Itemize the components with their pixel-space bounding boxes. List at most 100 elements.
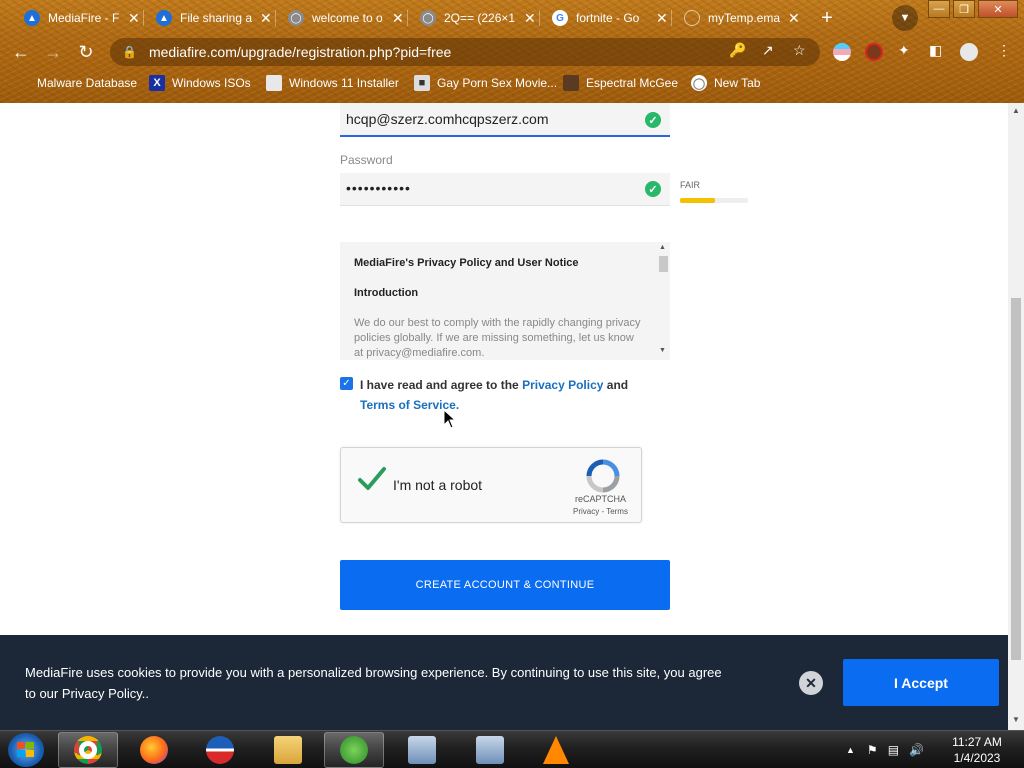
- window-close-button[interactable]: ✕: [978, 0, 1018, 18]
- key-icon[interactable]: 🔑: [729, 42, 746, 59]
- extension-flag-icon[interactable]: [833, 43, 851, 61]
- tab-separator: [671, 10, 672, 26]
- tab-title: myTemp.ema: [708, 11, 780, 25]
- browser-chrome: ▲ MediaFire - F ✕ ▲ File sharing a ✕ ◯ w…: [0, 0, 1024, 103]
- page-content: hcqp@szerz.comhcqpszerz.com ✓ Password •…: [0, 103, 1024, 730]
- create-account-button[interactable]: CREATE ACCOUNT & CONTINUE: [340, 560, 670, 610]
- mouse-cursor-icon: [443, 409, 457, 429]
- tab-file-sharing[interactable]: ▲ File sharing a ✕: [146, 4, 280, 32]
- taskbar-messenger[interactable]: [324, 732, 384, 768]
- tab-mytemp[interactable]: myTemp.ema ✕: [674, 4, 808, 32]
- network-icon[interactable]: ▤: [888, 743, 899, 757]
- x-icon: X: [149, 75, 165, 91]
- bookmark-label: Windows ISOs: [172, 76, 251, 90]
- lock-icon: 🔒: [122, 45, 137, 59]
- tab-title: 2Q== (226×1: [444, 11, 516, 25]
- policy-title: MediaFire's Privacy Policy and User Noti…: [354, 257, 579, 269]
- tab-welcome[interactable]: ◯ welcome to o ✕: [278, 4, 412, 32]
- checkmark-icon[interactable]: [355, 462, 389, 496]
- share-icon[interactable]: ↗: [762, 42, 774, 59]
- taskbar-app-1[interactable]: [392, 732, 452, 768]
- close-icon[interactable]: ✕: [656, 10, 668, 27]
- bookmark-new-tab[interactable]: ◯ New Tab: [691, 75, 760, 91]
- volume-icon[interactable]: 🔊: [909, 743, 924, 757]
- extension-avatar-icon[interactable]: [865, 43, 883, 61]
- start-button[interactable]: [8, 733, 44, 767]
- side-panel-icon[interactable]: ◧: [929, 42, 942, 59]
- privacy-policy-box[interactable]: MediaFire's Privacy Policy and User Noti…: [340, 242, 670, 360]
- star-icon[interactable]: ☆: [793, 42, 806, 59]
- tab-fortnite[interactable]: G fortnite - Go ✕: [542, 4, 676, 32]
- password-strength-label: FAIR: [680, 180, 701, 190]
- page-scrollbar[interactable]: ▲ ▼: [1008, 103, 1024, 730]
- bookmark-label: New Tab: [714, 76, 761, 90]
- privacy-policy-link[interactable]: Privacy Policy: [522, 378, 603, 392]
- flag-icon[interactable]: ⚑: [867, 743, 878, 757]
- tab-search-button[interactable]: ▼: [892, 5, 918, 31]
- taskbar-vlc[interactable]: [526, 732, 586, 768]
- new-tab-button[interactable]: +: [814, 5, 840, 31]
- system-tray: ▲ ⚑ ▤ 🔊: [846, 731, 924, 768]
- scroll-up-icon[interactable]: ▲: [1012, 106, 1020, 115]
- scroll-down-icon[interactable]: ▼: [1012, 715, 1020, 724]
- agree-prefix: I have read and agree to the: [360, 378, 523, 392]
- back-button[interactable]: ←: [8, 39, 34, 65]
- globe-icon: ◯: [288, 10, 304, 26]
- policy-body: We do our best to comply with the rapidl…: [354, 317, 641, 359]
- tab-strip: ▲ MediaFire - F ✕ ▲ File sharing a ✕ ◯ w…: [0, 0, 1024, 34]
- page-scroll-thumb[interactable]: [1011, 298, 1021, 660]
- policy-scroll-thumb[interactable]: [659, 256, 668, 272]
- tab-separator: [539, 10, 540, 26]
- close-icon[interactable]: ✕: [524, 10, 536, 27]
- puzzle-icon[interactable]: ✦: [898, 42, 910, 59]
- bookmark-movie[interactable]: ■ Gay Porn Sex Movie...: [414, 75, 557, 91]
- tab-image[interactable]: ◯ 2Q== (226×1 ✕: [410, 4, 544, 32]
- url-text: mediafire.com/upgrade/registration.php?p…: [148, 44, 452, 60]
- close-icon[interactable]: ✕: [128, 10, 140, 27]
- forward-button[interactable]: →: [40, 39, 66, 65]
- scroll-up-icon[interactable]: ▲: [659, 244, 666, 251]
- bookmark-espectral-mcgee[interactable]: Espectral McGee: [563, 75, 678, 91]
- bookmark-malware-database[interactable]: Malware Database: [14, 75, 137, 91]
- accept-cookies-button[interactable]: I Accept: [843, 659, 999, 706]
- close-icon[interactable]: ✕: [260, 10, 272, 27]
- vlc-icon: [543, 736, 569, 764]
- tab-title: MediaFire - F: [48, 11, 120, 25]
- address-bar[interactable]: 🔒 mediafire.com/upgrade/registration.php…: [110, 38, 820, 66]
- bookmark-windows-11-installer[interactable]: Windows 11 Installer: [266, 75, 399, 91]
- cookie-close-button[interactable]: ✕: [799, 671, 823, 695]
- recaptcha-terms[interactable]: Privacy - Terms: [573, 507, 628, 516]
- taskbar-app-2[interactable]: [460, 732, 520, 768]
- chrome-icon: [74, 736, 102, 764]
- bookmark-label: Gay Porn Sex Movie...: [437, 76, 558, 90]
- chevron-up-icon[interactable]: ▲: [846, 745, 855, 755]
- profile-icon[interactable]: [960, 43, 978, 61]
- menu-icon[interactable]: ⋮: [997, 42, 1011, 59]
- policy-scrollbar[interactable]: ▲ ▼: [656, 242, 670, 360]
- taskbar-chrome[interactable]: [58, 732, 118, 768]
- tab-title: welcome to o: [312, 11, 383, 25]
- close-icon[interactable]: ✕: [788, 10, 800, 27]
- arrow-left-icon: ←: [12, 41, 30, 62]
- password-field[interactable]: ••••••••••• ✓: [340, 173, 670, 206]
- scroll-down-icon[interactable]: ▼: [659, 347, 666, 354]
- minimize-button[interactable]: —: [928, 0, 950, 18]
- taskbar-explorer[interactable]: [258, 732, 318, 768]
- bookmark-windows-isos[interactable]: X Windows ISOs: [149, 75, 251, 91]
- tab-title: File sharing a: [180, 11, 252, 25]
- clock-date: 1/4/2023: [953, 751, 1001, 765]
- email-field[interactable]: hcqp@szerz.comhcqpszerz.com ✓: [340, 103, 670, 137]
- taskbar-obama-app[interactable]: [190, 732, 250, 768]
- reload-button[interactable]: ↻: [73, 39, 99, 65]
- bookmark-label: Malware Database: [37, 76, 138, 90]
- cookie-message: MediaFire uses cookies to provide you wi…: [25, 665, 722, 701]
- close-icon[interactable]: ✕: [392, 10, 404, 27]
- clock[interactable]: 11:27 AM 1/4/2023: [942, 734, 1012, 766]
- restore-button[interactable]: ❐: [953, 0, 975, 18]
- tab-mediafire[interactable]: ▲ MediaFire - F ✕: [14, 4, 148, 32]
- agree-checkbox[interactable]: ✓: [340, 377, 353, 390]
- computer-icon: [408, 736, 436, 764]
- taskbar-firefox[interactable]: [124, 732, 184, 768]
- password-label: Password: [340, 153, 393, 167]
- email-value: hcqp@szerz.comhcqpszerz.com: [346, 111, 549, 127]
